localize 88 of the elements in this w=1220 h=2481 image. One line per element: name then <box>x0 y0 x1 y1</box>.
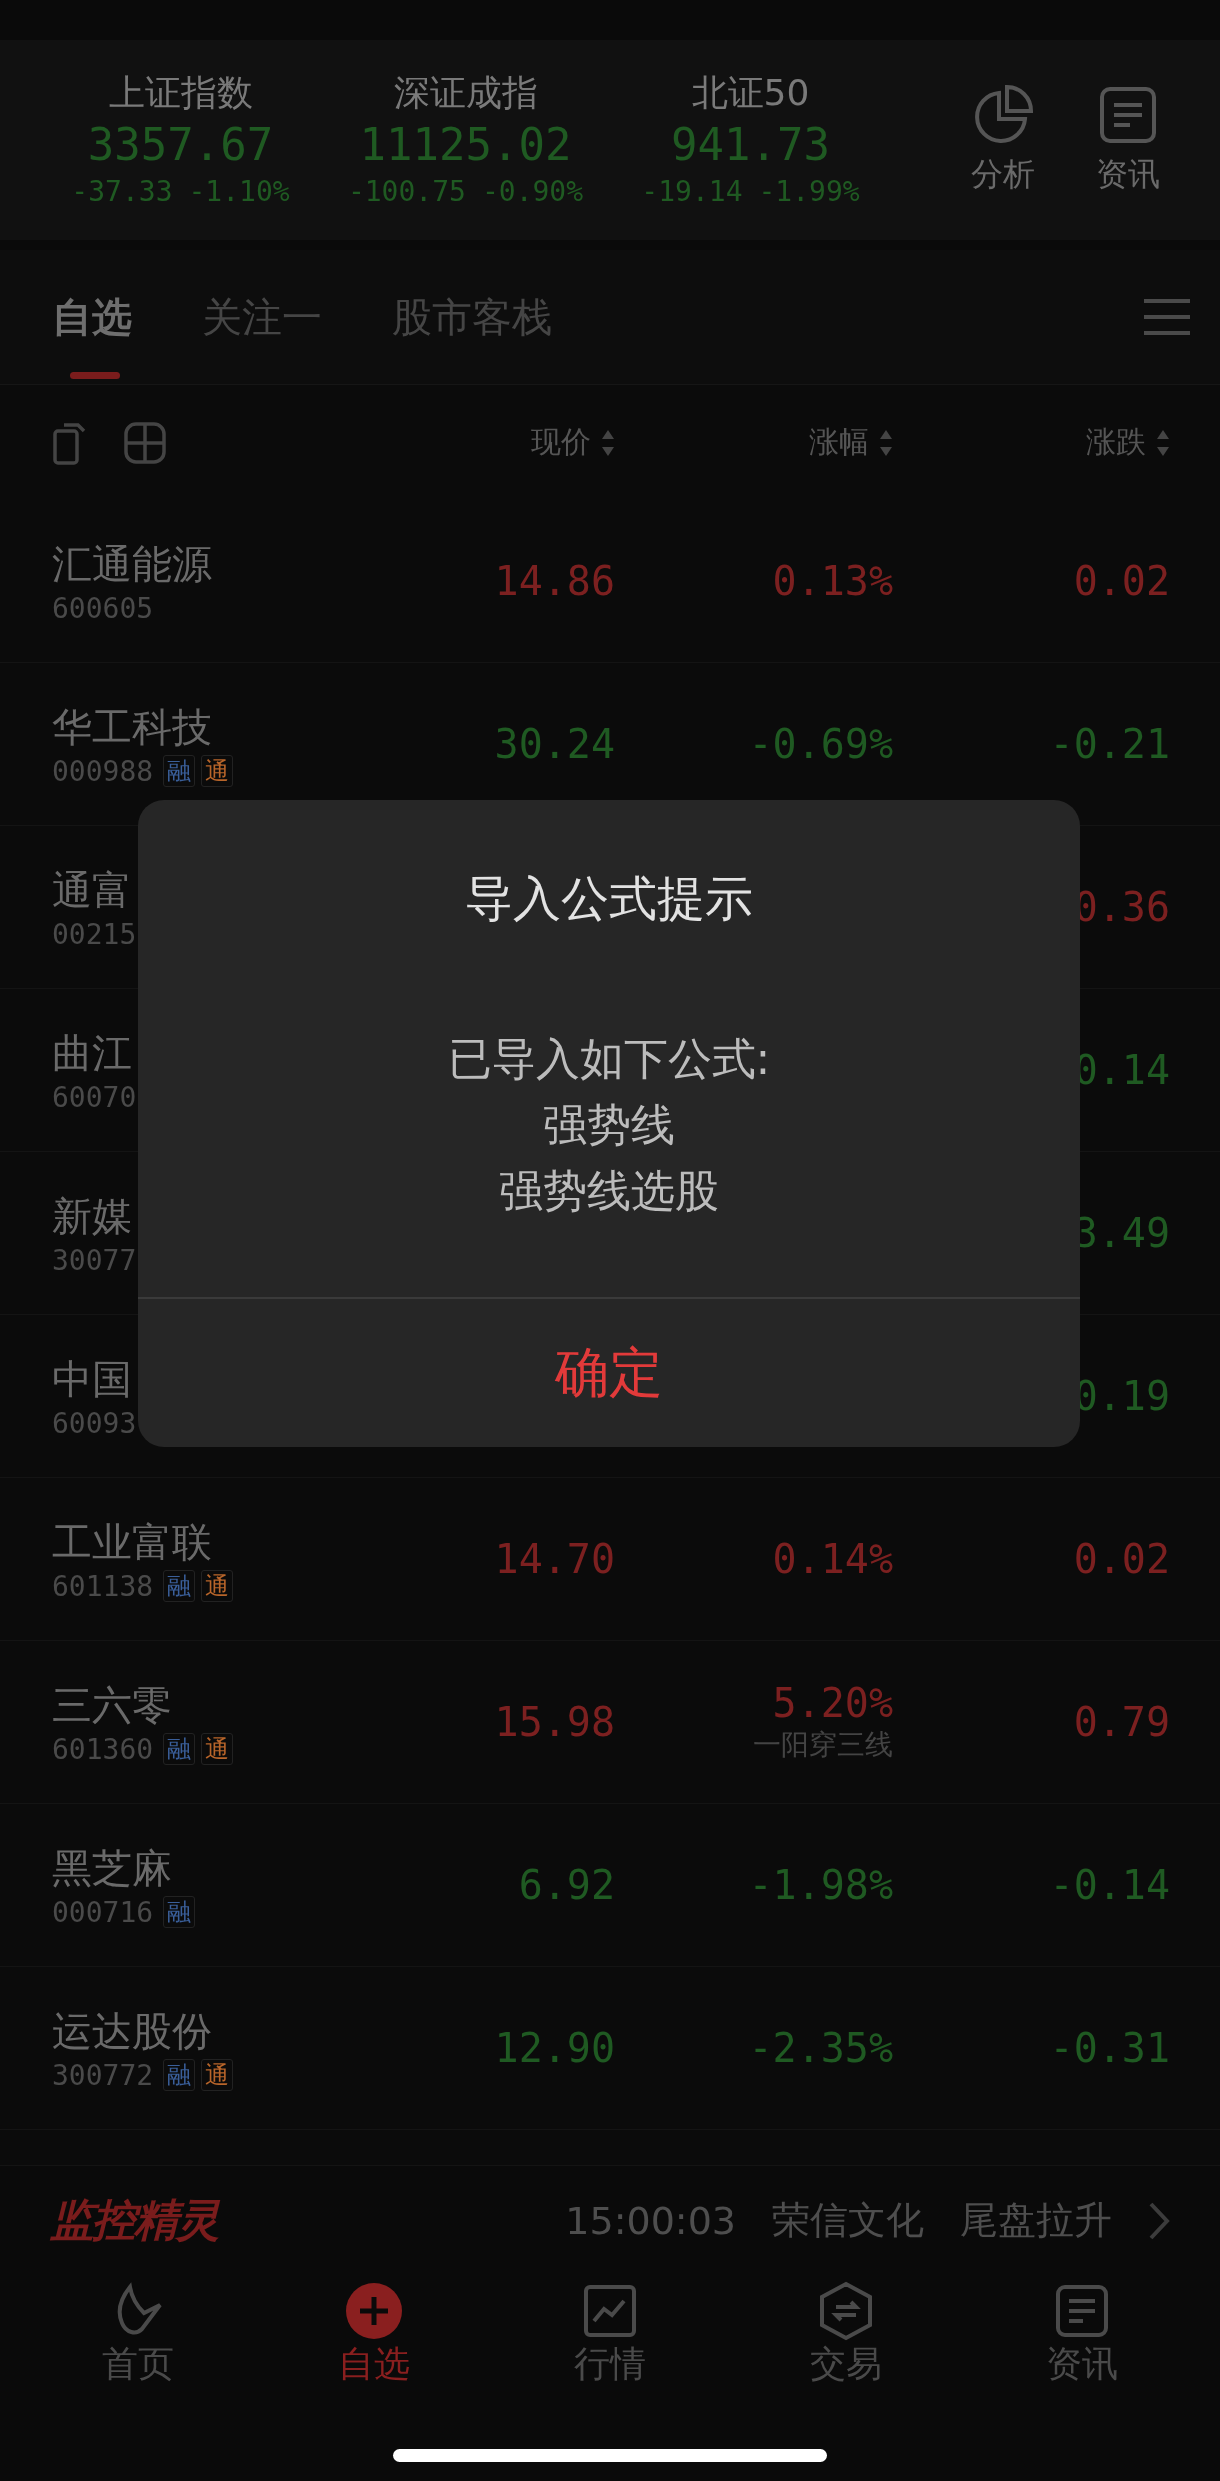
index-name: 上证指数 <box>108 71 253 115</box>
percent-text: -2.35% <box>748 2025 893 2071</box>
stock-name: 三六零 <box>52 1680 173 1730</box>
stock-tag: 融 <box>163 1570 196 1602</box>
change-text: 0.02 <box>1073 558 1170 604</box>
stock-code: 60093 <box>52 1406 137 1440</box>
stock-name: 汇通能源 <box>52 539 213 589</box>
stock-tag: 通 <box>201 1733 234 1765</box>
index-change: -19.14 <box>641 174 743 210</box>
stock-name: 曲江 <box>52 1028 133 1078</box>
index-percent: -1.99% <box>758 174 860 210</box>
percent-text: 5.20% <box>772 1680 893 1726</box>
nav-tab[interactable]: 资讯 <box>1046 2341 1118 2387</box>
price-text: 15.98 <box>494 1699 615 1745</box>
change-text: -0.21 <box>1049 721 1170 767</box>
dialog-message: 已导入如下公式: <box>447 1032 771 1086</box>
nav-tab[interactable]: 自选 <box>338 2341 410 2387</box>
action-label[interactable]: 分析 <box>970 153 1035 197</box>
tab[interactable]: 关注一 <box>202 255 322 379</box>
price-text: 12.90 <box>494 2025 615 2071</box>
column-header[interactable]: 涨幅 <box>809 422 869 463</box>
stock-code: 300772 <box>52 2058 154 2092</box>
index-change: -100.75 <box>347 174 466 210</box>
change-text: 3.49 <box>1073 1210 1170 1256</box>
nav-tab[interactable]: 首页 <box>102 2341 174 2387</box>
tab[interactable]: 股市客栈 <box>392 255 552 379</box>
alert-time: 15:00:03 <box>565 2198 736 2243</box>
dialog-message: 强势线 <box>543 1098 675 1152</box>
chevron-right-icon[interactable] <box>1148 2200 1170 2241</box>
stock-code: 601138 <box>52 1569 154 1603</box>
action-label[interactable]: 资讯 <box>1095 153 1160 197</box>
confirm-button[interactable]: 确定 <box>138 1297 1080 1447</box>
stock-name: 运达股份 <box>52 2006 213 2056</box>
stock-tag: 通 <box>201 1570 234 1602</box>
stock-code: 60070 <box>52 1080 137 1114</box>
stock-tag: 通 <box>201 2059 234 2091</box>
copy-icon[interactable] <box>52 420 88 465</box>
stock-tag: 融 <box>163 1733 196 1765</box>
index-percent: -0.90% <box>481 174 584 210</box>
percent-text: 0.13% <box>772 558 893 604</box>
menu-icon[interactable] <box>1144 297 1190 337</box>
change-text: -0.14 <box>1049 1862 1170 1908</box>
percent-text: 0.14% <box>772 1536 893 1582</box>
price-text: 30.24 <box>494 721 615 767</box>
stock-name: 中国 <box>52 1354 133 1404</box>
nav-tab[interactable]: 交易 <box>810 2341 882 2387</box>
index-value: 11125.02 <box>359 118 572 172</box>
percent-text: -1.98% <box>748 1862 893 1908</box>
stock-tag: 融 <box>163 1896 196 1928</box>
index-value: 941.73 <box>671 118 830 172</box>
change-text: 0.79 <box>1073 1699 1170 1745</box>
index-name: 深证成指 <box>393 71 538 115</box>
stock-name: 工业富联 <box>52 1517 213 1567</box>
column-header[interactable]: 涨跌 <box>1086 422 1146 463</box>
monitor-logo[interactable]: 监控精灵 <box>50 2191 218 2250</box>
index-change: -37.33 <box>71 174 173 210</box>
stock-code: 600605 <box>52 591 154 625</box>
index-percent: -1.10% <box>188 174 290 210</box>
stock-code: 00215 <box>52 917 137 951</box>
dialog-title: 导入公式提示 <box>465 869 753 928</box>
grid-icon[interactable] <box>124 421 166 464</box>
stock-tag: 通 <box>201 755 234 787</box>
column-header[interactable]: 现价 <box>531 422 591 463</box>
stock-name: 黑芝麻 <box>52 1843 173 1893</box>
stock-name: 通富 <box>52 865 133 915</box>
stock-name: 新媒 <box>52 1191 133 1241</box>
stock-name: 华工科技 <box>52 702 213 752</box>
add-icon[interactable] <box>344 2281 404 2341</box>
stock-code: 601360 <box>52 1732 154 1766</box>
stock-code: 000716 <box>52 1895 154 1929</box>
index-value: 3357.67 <box>87 118 274 172</box>
dialog-message: 强势线选股 <box>499 1164 719 1218</box>
price-text: 14.86 <box>494 558 615 604</box>
stock-tag: 融 <box>163 755 196 787</box>
change-text: 0.02 <box>1073 1536 1170 1582</box>
alert-signal: 尾盘拉升 <box>960 2197 1112 2244</box>
nav-tab[interactable]: 行情 <box>574 2341 646 2387</box>
index-name: 北证50 <box>691 71 810 115</box>
tab[interactable]: 自选 <box>52 255 132 379</box>
stock-tag: 融 <box>163 2059 196 2091</box>
price-text: 14.70 <box>494 1536 615 1582</box>
price-text: 6.92 <box>518 1862 615 1908</box>
stock-code: 30077 <box>52 1243 137 1277</box>
percent-text: -0.69% <box>748 721 893 767</box>
stock-code: 000988 <box>52 754 154 788</box>
change-text: -0.31 <box>1049 2025 1170 2071</box>
signal-note: 一阳穿三线 <box>753 1727 893 1763</box>
alert-stock[interactable]: 荣信文化 <box>772 2195 924 2246</box>
